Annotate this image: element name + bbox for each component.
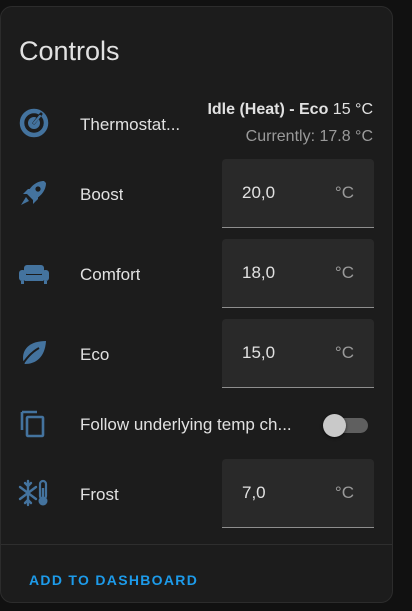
eco-temperature-unit: °C [334,343,354,362]
frost-temperature-value[interactable]: 7,0 [242,483,266,503]
thermostat-dial-icon [17,106,51,140]
thermostat-current-temp: Currently: 17.8 °C [245,128,373,145]
add-to-dashboard-button[interactable]: ADD TO DASHBOARD [29,572,198,588]
controls-card: Controls Thermostat... Idle (Heat) - Eco… [0,6,393,603]
snowflake-thermometer-icon [17,476,51,510]
frost-temperature-unit: °C [334,483,354,502]
preset-row-boost: Boost 20,0 °C [1,158,392,228]
follow-temp-toggle[interactable] [323,412,368,438]
boost-temperature-value[interactable]: 20,0 [242,183,275,203]
copy-icon [17,406,51,440]
thermostat-state: Idle (Heat) - Eco 15 °C [207,101,373,119]
comfort-temperature-field[interactable]: 18,0 °C [222,239,374,308]
preset-row-eco: Eco 15,0 °C [1,318,392,388]
eco-temperature-value[interactable]: 15,0 [242,343,275,363]
thermostat-target: 15 °C [332,101,373,118]
thermostat-mode: Idle (Heat) - Eco [207,101,329,118]
leaf-icon [17,336,51,370]
preset-label-eco: Eco [80,345,110,364]
preset-label-comfort: Comfort [80,265,141,284]
boost-temperature-unit: °C [334,183,354,202]
preset-row-comfort: Comfort 18,0 °C [1,238,392,308]
follow-temp-label: Follow underlying temp ch... [80,415,292,434]
boost-temperature-field[interactable]: 20,0 °C [222,159,374,228]
comfort-temperature-value[interactable]: 18,0 [242,263,275,283]
preset-label-boost: Boost [80,185,124,204]
comfort-temperature-unit: °C [334,263,354,282]
eco-temperature-field[interactable]: 15,0 °C [222,319,374,388]
preset-row-frost: Frost 7,0 °C [1,458,392,528]
sofa-icon [17,256,51,290]
frost-temperature-field[interactable]: 7,0 °C [222,459,374,528]
thermostat-row[interactable]: Thermostat... [1,88,392,158]
card-footer: ADD TO DASHBOARD [1,544,392,602]
toggle-knob[interactable] [323,414,346,437]
preset-label-frost: Frost [80,485,119,504]
card-title: Controls [19,36,120,66]
thermostat-label: Thermostat... [80,115,181,134]
rocket-icon [17,176,51,210]
